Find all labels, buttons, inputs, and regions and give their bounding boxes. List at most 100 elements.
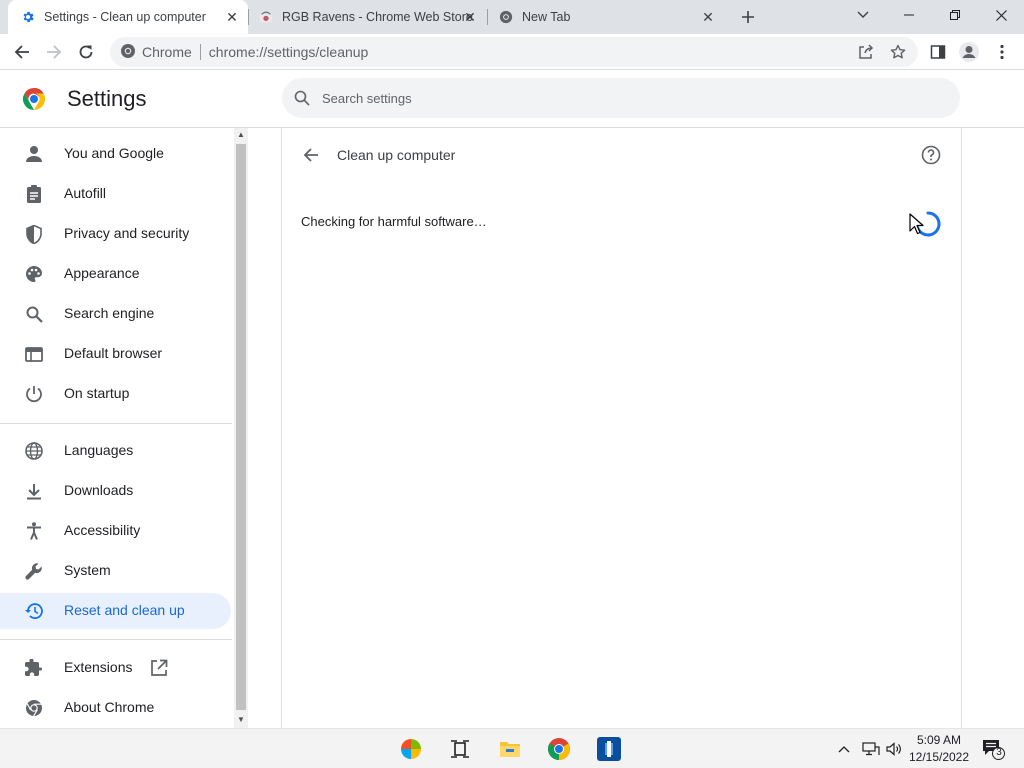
scroll-up-arrow-icon[interactable]: ▲ [237,131,245,139]
site-chip[interactable]: Chrome [142,44,192,60]
url-text[interactable]: chrome://settings/cleanup [209,44,369,60]
tab-settings[interactable]: Settings - Clean up computer ✕ [8,0,248,34]
restore-button[interactable] [932,0,978,30]
chevron-down-icon [857,11,869,18]
shield-icon [24,224,44,244]
close-tab-icon[interactable]: ✕ [700,9,716,25]
clipboard-icon [24,184,44,204]
sidebar-item-autofill[interactable]: Autofill [0,176,231,212]
sidebar-item-reset-and-clean-up[interactable]: Reset and clean up [0,593,231,629]
tab-new-tab[interactable]: New Tab ✕ [488,0,724,34]
sidebar-item-label: Reset and clean up [64,602,185,618]
search-input[interactable] [322,90,922,106]
chrome-icon [498,9,514,25]
chrome-taskbar-button[interactable] [547,737,571,761]
clock[interactable]: 5:09 AM 12/15/2022 [906,732,972,766]
scrollbar-thumb[interactable] [236,144,246,710]
sidebar-item-languages[interactable]: Languages [0,433,231,469]
chrome-logo-icon [22,87,46,110]
tab-rgb-ravens[interactable]: RGB Ravens - Chrome Web Store ✕ [250,0,486,34]
arrow-right-icon [47,45,62,59]
sidebar-divider [0,423,232,424]
cleanup-card: Clean up computer Checking for harmful s… [281,128,962,728]
sidebar-item-appearance[interactable]: Appearance [0,256,231,292]
sidebar-item-default-browser[interactable]: Default browser [0,336,231,372]
arrow-left-icon [303,148,318,162]
tab-separator [248,9,249,25]
sidebar-item-label: Autofill [64,185,107,201]
notifications-button[interactable]: 3 [982,739,1006,761]
notification-count-badge: 3 [996,747,1002,758]
settings-sidebar: You and Google Autofill Privacy and secu… [0,128,234,728]
chrome-web-store-icon [258,9,274,25]
bookmark-button[interactable] [886,40,910,64]
help-icon[interactable] [921,145,941,165]
sidebar-item-accessibility[interactable]: Accessibility [0,513,231,549]
windows-logo-icon [401,739,421,759]
arrow-left-icon [14,45,29,59]
show-hidden-icons-button[interactable] [838,729,850,768]
task-view-button[interactable] [448,737,472,761]
restore-window-icon [950,10,960,20]
close-icon [995,9,1007,21]
side-panel-icon [930,45,946,59]
tab-search-button[interactable] [840,0,886,30]
profile-button[interactable] [957,40,981,64]
pinned-app-button[interactable] [597,737,621,761]
speaker-icon [886,742,901,756]
back-to-reset-button[interactable] [299,143,323,167]
new-tab-button[interactable] [736,5,760,29]
back-button[interactable] [10,40,34,64]
search-icon [294,90,310,106]
sidebar-item-about-chrome[interactable]: About Chrome [0,690,231,726]
reload-button[interactable] [74,40,98,64]
sidebar-scrollbar[interactable]: ▲ ▼ [234,128,248,728]
sidebar-item-extensions[interactable]: Extensions [0,650,231,686]
close-window-button[interactable] [978,0,1024,30]
avatar-icon [959,42,979,62]
windows-taskbar: 5:09 AM 12/15/2022 3 [0,728,1024,768]
sidebar-item-system[interactable]: System [0,553,231,589]
sidebar-item-label: You and Google [64,145,164,161]
chevron-up-icon [838,746,850,753]
tab-title: Settings - Clean up computer [44,10,206,24]
subpage-title: Clean up computer [337,147,456,163]
menu-button[interactable] [990,40,1014,64]
close-tab-icon[interactable]: ✕ [224,9,240,25]
folder-icon [500,742,520,757]
tab-title: New Tab [522,10,571,24]
sidebar-item-privacy-and-security[interactable]: Privacy and security [0,216,231,252]
share-icon [859,44,874,59]
sidebar-item-label: On startup [64,385,130,401]
volume-button[interactable] [886,729,902,768]
forward-button[interactable] [42,40,66,64]
reload-icon [79,45,93,59]
close-tab-icon[interactable]: ✕ [462,9,478,25]
sidebar-item-on-startup[interactable]: On startup [0,376,231,412]
scan-status-text: Checking for harmful software… [301,214,487,229]
network-button[interactable] [862,729,880,768]
side-panel-button[interactable] [926,40,950,64]
url-path: settings/cleanup [267,44,369,60]
address-bar[interactable]: Chrome chrome://settings/cleanup [110,37,918,67]
sidebar-divider [0,639,232,640]
minimize-button[interactable] [886,0,932,30]
download-icon [24,481,44,501]
browser-toolbar: Chrome chrome://settings/cleanup [0,34,1024,70]
palette-icon [24,264,44,284]
page-title: Settings [67,86,147,111]
share-button[interactable] [854,40,878,64]
file-explorer-button[interactable] [498,737,522,761]
clock-date: 12/15/2022 [908,750,970,764]
chrome-logo-icon [548,738,570,760]
sidebar-item-downloads[interactable]: Downloads [0,473,231,509]
start-button[interactable] [399,737,423,761]
sidebar-item-search-engine[interactable]: Search engine [0,296,231,332]
sidebar-item-label: Default browser [64,345,163,361]
scroll-down-arrow-icon[interactable]: ▼ [237,716,245,724]
omnibox-divider [199,44,201,60]
browser-window-icon [24,344,44,364]
settings-search[interactable] [282,78,960,118]
puzzle-icon [24,658,44,678]
sidebar-item-you-and-google[interactable]: You and Google [0,136,231,172]
